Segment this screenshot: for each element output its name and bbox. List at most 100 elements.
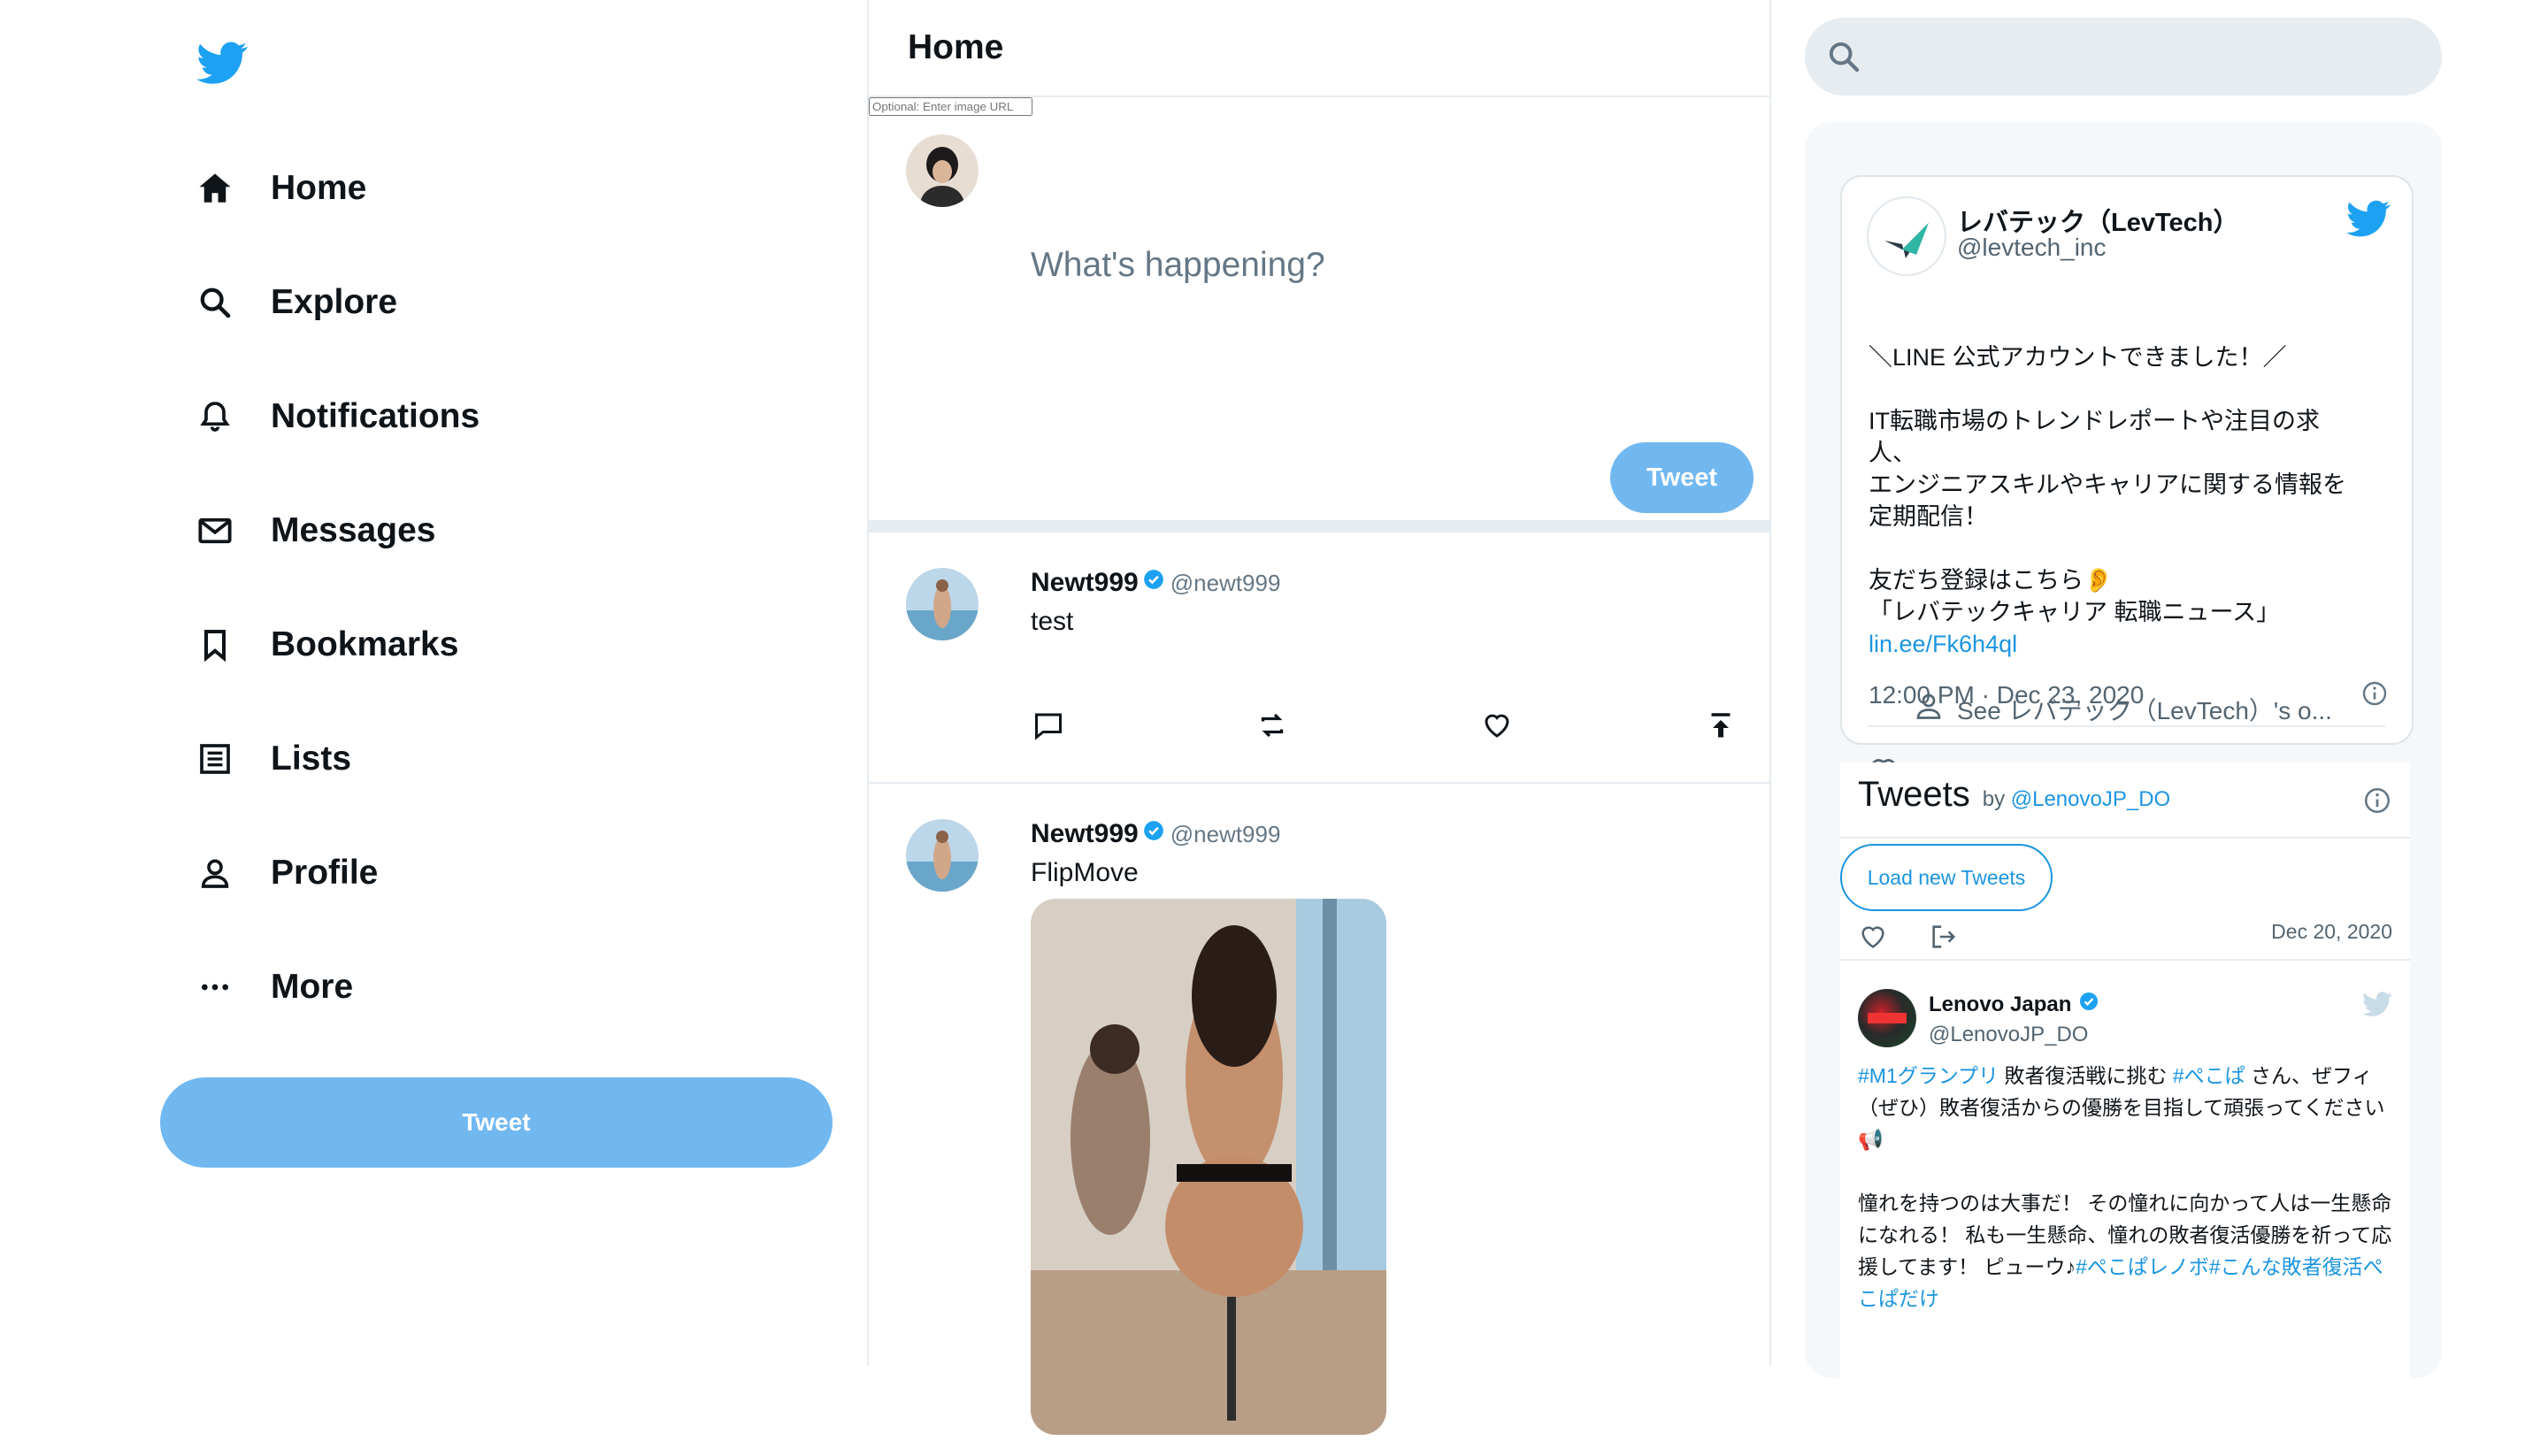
avatar[interactable] [1867, 196, 1946, 280]
bell-icon [195, 396, 235, 437]
text-line: 友だち登録はこちら👂 [1869, 567, 2114, 594]
tweet-author: Newt999 @newt999 [1031, 819, 1280, 849]
nav-profile[interactable]: Profile [195, 838, 378, 908]
nav-label: Profile [271, 854, 379, 892]
embed-link[interactable]: lin.ee/Fk6h4ql [1869, 628, 2382, 660]
author-handle: @newt999 [1170, 820, 1281, 847]
info-icon[interactable] [2362, 785, 2392, 820]
nav-home[interactable]: Home [195, 153, 366, 224]
avatar[interactable] [1858, 989, 1916, 1052]
verified-icon [1142, 568, 1165, 598]
timeline-widget: Tweets by @LenovoJP_DO Load new Tweets D… [1840, 762, 2410, 1382]
twitter-bird-icon [2362, 989, 2392, 1023]
compose-tweet-button[interactable]: Tweet [1610, 442, 1754, 513]
share-icon[interactable] [1703, 708, 1738, 743]
text-span: 敗者復活戦に挑む [1999, 1064, 2173, 1087]
nav-label: More [271, 968, 354, 1006]
nav-messages[interactable]: Messages [195, 495, 435, 566]
text-line: エンジニアスキルやキャリアに関する情報を [1869, 471, 2346, 498]
tweet-image[interactable] [1031, 899, 1386, 1435]
avatar[interactable] [906, 819, 979, 896]
tweet-text: test [1031, 607, 1074, 636]
nav-label: Notifications [271, 397, 480, 435]
text-line: IT転職市場のトレンドレポートや注目の求 [1869, 408, 2320, 434]
see-more-link[interactable]: See レバテック（LevTech）'s o... [1913, 690, 2332, 728]
user-icon [195, 853, 235, 893]
tweet-actions [1031, 708, 1738, 743]
nav-bookmarks[interactable]: Bookmarks [195, 609, 458, 680]
author-handle: @levtech_inc [1957, 234, 2107, 261]
verified-icon [1142, 819, 1165, 849]
avatar[interactable] [906, 568, 979, 645]
tweet-date[interactable]: Dec 20, 2020 [2271, 920, 2392, 944]
nav-lists[interactable]: Lists [195, 724, 351, 794]
timeline-title: Tweets [1858, 775, 1970, 814]
nav-label: Explore [271, 283, 398, 321]
reply-icon[interactable] [1031, 708, 1066, 743]
text-line: 定期配信！ [1869, 503, 1988, 530]
author-name: Newt999 [1031, 819, 1139, 848]
search-input[interactable] [1874, 41, 2373, 73]
author-handle: @newt999 [1170, 569, 1281, 596]
tweet[interactable]: Newt999 @newt999 test [869, 533, 1769, 784]
more-icon [195, 967, 235, 1008]
avatar[interactable] [906, 134, 979, 211]
bookmark-icon [195, 625, 235, 665]
image-url-input[interactable] [869, 97, 1032, 116]
info-icon[interactable] [2360, 679, 2389, 712]
embed-text: ＼LINE 公式アカウントできました！／ IT転職市場のトレンドレポートや注目の… [1869, 341, 2382, 660]
left-sidebar: Home Explore Notifications Messages Book… [0, 0, 867, 1366]
twitter-bird-icon [2346, 196, 2391, 245]
embedded-tweet[interactable]: レバテック（LevTech） @levtech_inc ＼LINE 公式アカウン… [1840, 175, 2414, 784]
like-icon[interactable] [1858, 922, 1888, 956]
author-name-text: Lenovo Japan [1929, 992, 2072, 1016]
list-icon [195, 739, 235, 779]
page-title: Home [869, 0, 1769, 97]
compose-placeholder[interactable]: What's happening? [1031, 246, 1325, 285]
search-icon [1824, 37, 1863, 76]
tweet-text: FlipMove [1031, 858, 1139, 887]
divider [1840, 837, 2410, 839]
compose-box: What's happening? Tweet [869, 97, 1769, 533]
text-line: 人、 [1869, 440, 1916, 466]
share-icon[interactable] [1929, 922, 1959, 956]
right-sidebar: レバテック（LevTech） @levtech_inc ＼LINE 公式アカウン… [1805, 0, 2442, 1382]
text-line: 「レバテックキャリア 転職ニュース」 [1869, 599, 2281, 625]
user-icon [1913, 690, 1945, 728]
hashtag-link[interactable]: #M1グランプリ [1858, 1064, 1999, 1087]
nav-label: Home [271, 169, 367, 207]
text-line: ＼LINE 公式アカウントできました！／ [1869, 344, 2287, 371]
divider [1840, 959, 2410, 961]
mail-icon [195, 510, 235, 551]
nav-explore[interactable]: Explore [195, 267, 397, 338]
twitter-bird-icon[interactable] [196, 37, 248, 88]
home-icon [195, 168, 235, 209]
nav-more[interactable]: More [195, 952, 353, 1023]
retweet-icon[interactable] [1255, 708, 1290, 743]
nav-label: Messages [271, 511, 436, 549]
timeline-header: Tweets by @LenovoJP_DO [1858, 775, 2170, 815]
nav-label: Lists [271, 739, 352, 778]
sidebar-tweet-button[interactable]: Tweet [160, 1077, 833, 1168]
load-new-tweets-button[interactable]: Load new Tweets [1840, 844, 2053, 911]
like-icon[interactable] [1479, 708, 1515, 743]
tweet-author: Newt999 @newt999 [1031, 568, 1280, 598]
tweet[interactable]: Newt999 @newt999 FlipMove [869, 784, 1769, 1456]
hashtag-link[interactable]: #ぺこぱ [2173, 1064, 2245, 1087]
search-bar[interactable] [1805, 18, 2442, 96]
by-handle[interactable]: @LenovoJP_DO [2011, 787, 2170, 811]
nav-label: Bookmarks [271, 625, 459, 663]
author-name: Lenovo Japan [1929, 991, 2099, 1018]
timeline-by: by @LenovoJP_DO [1983, 787, 2171, 812]
author-name: Newt999 [1031, 568, 1139, 597]
tweet-text: #M1グランプリ 敗者復活戦に挑む #ぺこぱ さん、ぜフィ（ぜひ）敗者復活からの… [1858, 1060, 2398, 1314]
embed-panel: レバテック（LevTech） @levtech_inc ＼LINE 公式アカウン… [1805, 122, 2442, 1382]
nav-notifications[interactable]: Notifications [195, 381, 480, 452]
by-label: by [1982, 787, 2006, 811]
author-handle: @LenovoJP_DO [1929, 1023, 2089, 1046]
search-icon [195, 282, 235, 323]
see-more-label: See レバテック（LevTech）'s o... [1957, 696, 2332, 724]
